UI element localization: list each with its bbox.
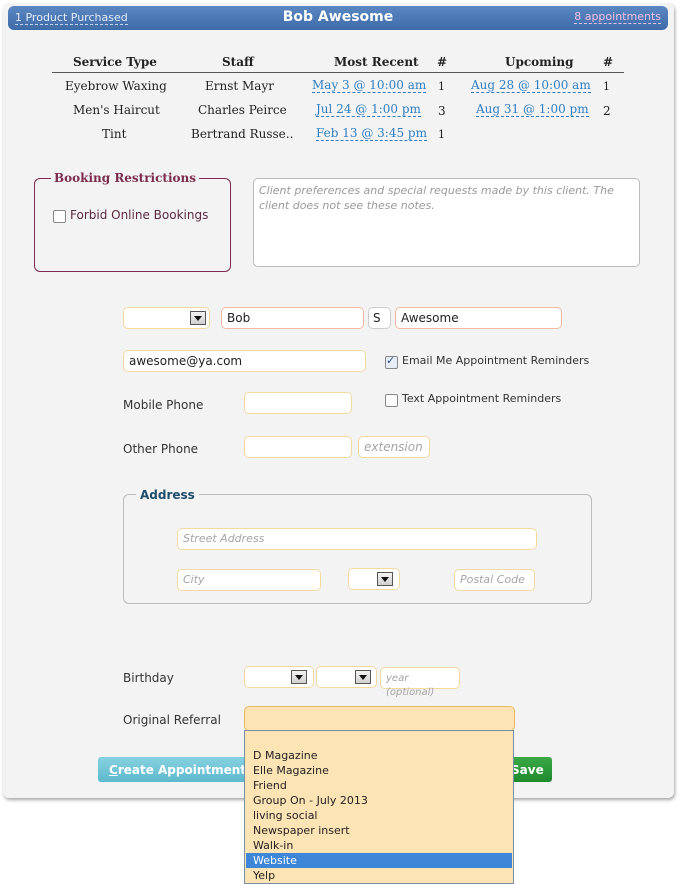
birthday-day-select[interactable] (316, 666, 377, 688)
table-cell-upcoming-count: 2 (603, 104, 611, 118)
booking-restrictions-title: Booking Restrictions (51, 171, 199, 185)
recent-appointment-link[interactable]: Jul 24 @ 1:00 pm (316, 103, 421, 117)
email-reminders-label: Email Me Appointment Reminders (402, 354, 590, 367)
birthday-month-select[interactable] (244, 666, 314, 688)
mobile-phone-field[interactable] (244, 392, 352, 414)
middle-initial-field[interactable]: S (368, 307, 391, 329)
referral-dropdown-list: D Magazine Elle Magazine Friend Group On… (244, 730, 514, 884)
last-name-field[interactable]: Awesome (395, 307, 562, 329)
table-cell-staff: Bertrand Russe.. (191, 127, 294, 141)
table-cell-staff: Charles Peirce (198, 103, 287, 117)
referral-option[interactable]: Yelp (246, 868, 512, 883)
table-header-divider (52, 72, 624, 73)
referral-option[interactable]: Newspaper insert (246, 823, 512, 838)
referral-option[interactable] (246, 733, 512, 748)
chevron-down-icon (355, 670, 371, 684)
extension-field[interactable]: extension (358, 436, 430, 458)
client-header: 1 Product Purchased Bob Awesome 8 appoin… (8, 6, 668, 30)
referral-option[interactable]: Group On - July 2013 (246, 793, 512, 808)
first-name-field[interactable]: Bob (221, 307, 364, 329)
create-button-label: reate Appointment (117, 763, 247, 777)
client-notes-textarea[interactable]: Client preferences and special requests … (253, 178, 640, 267)
text-reminders-checkbox[interactable] (385, 394, 398, 407)
chevron-down-icon (190, 311, 206, 325)
table-cell-recent-count: 1 (438, 80, 445, 93)
referral-select[interactable] (244, 706, 515, 731)
birthday-label: Birthday (123, 671, 174, 685)
referral-option[interactable]: Elle Magazine (246, 763, 512, 778)
street-address-field[interactable]: Street Address (177, 528, 537, 550)
referral-option[interactable]: D Magazine (246, 748, 512, 763)
recent-appointment-link[interactable]: May 3 @ 10:00 am (312, 79, 427, 93)
text-reminders-label: Text Appointment Reminders (402, 392, 562, 405)
forbid-online-checkbox[interactable] (53, 210, 66, 223)
postal-code-field[interactable]: Postal Code (454, 569, 535, 591)
table-cell-staff: Ernst Mayr (205, 79, 274, 93)
forbid-online-label: Forbid Online Bookings (70, 208, 209, 222)
column-header-upcoming-count: # (603, 55, 614, 69)
upcoming-appointment-link[interactable]: Aug 31 @ 1:00 pm (476, 103, 589, 117)
column-header-recent-count: # (437, 55, 448, 69)
referral-option-highlighted[interactable]: Website (246, 853, 512, 868)
chevron-down-icon (291, 670, 307, 684)
birthday-year-field[interactable]: year (optional) (380, 667, 460, 698)
email-reminders-checkbox[interactable] (385, 354, 398, 369)
table-cell-recent-count: 3 (438, 104, 446, 118)
column-header-most-recent: Most Recent (334, 55, 419, 69)
table-cell-service: Tint (102, 127, 127, 141)
email-field[interactable]: awesome@ya.com (123, 350, 366, 372)
chevron-down-icon (377, 572, 393, 586)
recent-appointment-link[interactable]: Feb 13 @ 3:45 pm (316, 127, 427, 141)
original-referral-label: Original Referral (123, 713, 221, 727)
create-appointment-button[interactable]: Create Appointment (98, 757, 248, 782)
referral-option[interactable]: Walk-in (246, 838, 512, 853)
other-phone-label: Other Phone (123, 442, 199, 456)
other-phone-field[interactable] (244, 436, 352, 458)
state-select[interactable] (348, 568, 400, 590)
column-header-upcoming: Upcoming (505, 55, 574, 69)
appointments-link[interactable]: 8 appointments (574, 11, 661, 24)
booking-restrictions-box (34, 178, 231, 272)
column-header-service: Service Type (73, 55, 157, 69)
city-field[interactable]: City (177, 569, 321, 591)
table-cell-service: Men's Haircut (73, 103, 160, 117)
create-button-accesskey: C (109, 763, 118, 777)
referral-option[interactable]: Friend (246, 778, 512, 793)
prefix-select[interactable] (123, 307, 210, 329)
table-cell-upcoming-count: 1 (603, 80, 610, 93)
table-cell-service: Eyebrow Waxing (65, 79, 167, 93)
client-name: Bob Awesome (282, 9, 394, 25)
column-header-staff: Staff (222, 55, 254, 69)
table-cell-recent-count: 1 (438, 128, 445, 141)
upcoming-appointment-link[interactable]: Aug 28 @ 10:00 am (471, 79, 591, 93)
mobile-phone-label: Mobile Phone (123, 398, 204, 412)
referral-option[interactable]: living social (246, 808, 512, 823)
address-title: Address (136, 488, 199, 502)
